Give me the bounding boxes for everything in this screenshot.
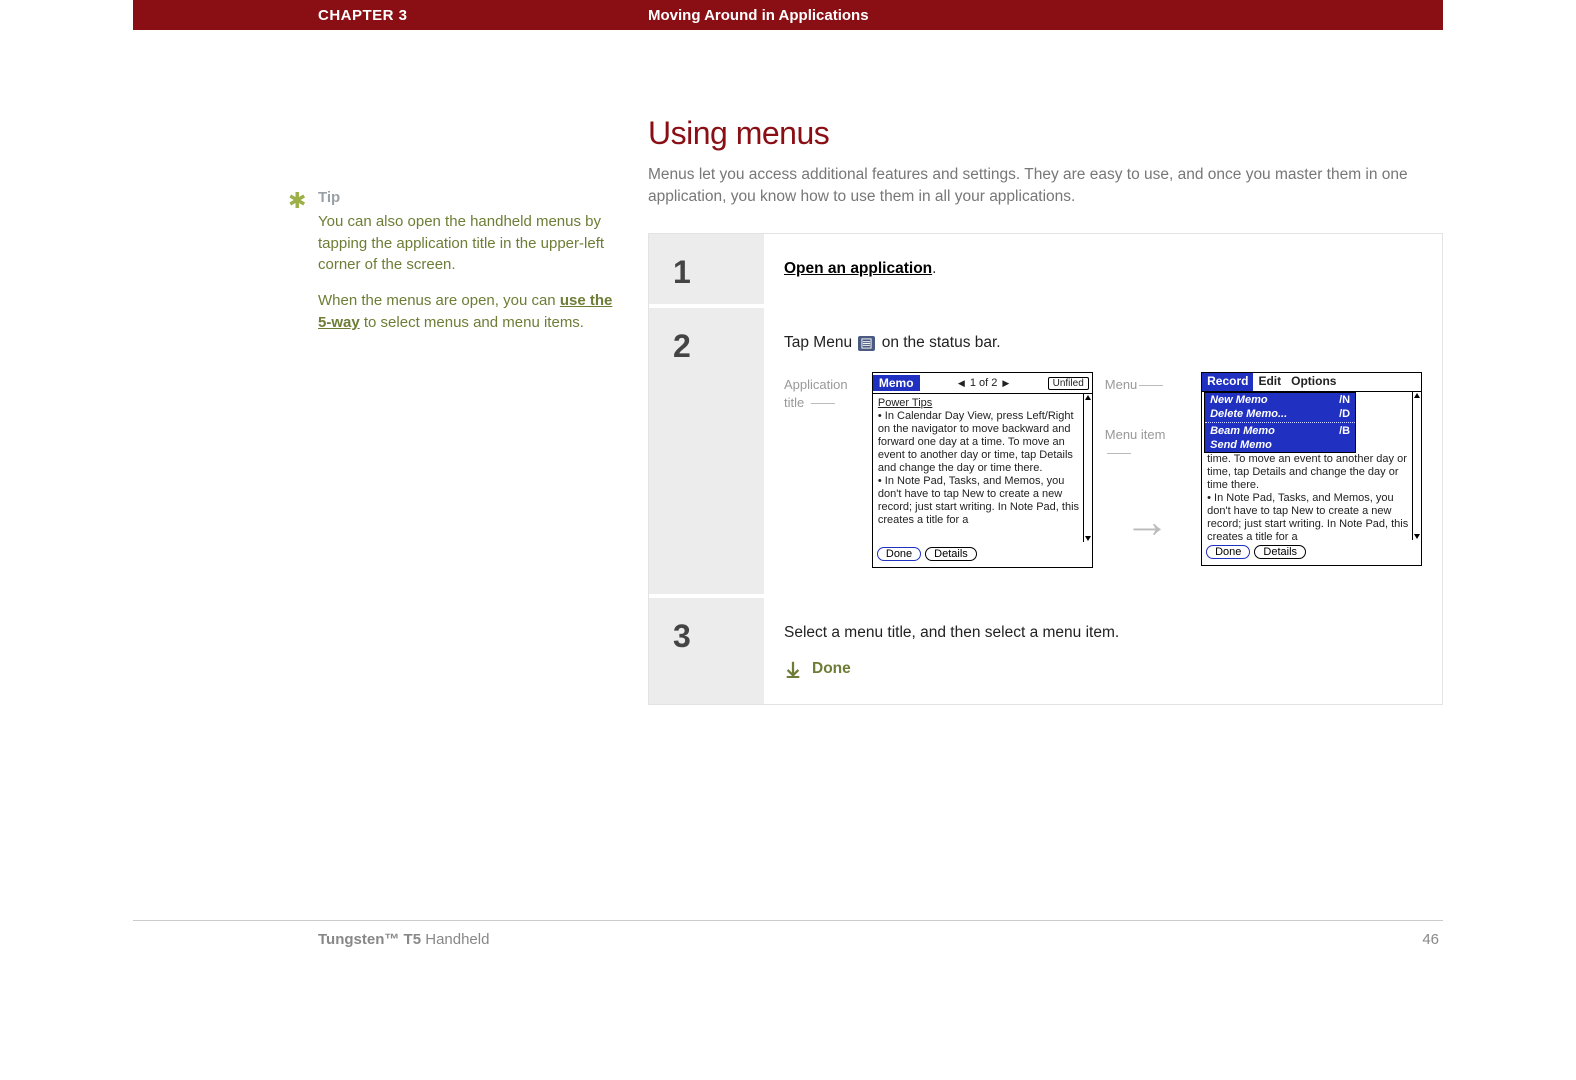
step-3: 3 Select a menu title, and then select a… — [649, 598, 1442, 704]
tip-block: ✱ Tip You can also open the handheld men… — [318, 187, 618, 334]
steps-container: 1 Open an application. 2 Tap Menu — [648, 233, 1443, 705]
tip-label: Tip — [318, 187, 618, 209]
step-2-instruction: Tap Menu on the status bar. — [784, 334, 1422, 352]
menu-record: Record — [1202, 373, 1253, 391]
open-application-link[interactable]: Open an application — [784, 260, 932, 277]
memo-app-title: Memo — [873, 375, 920, 391]
callout-menu-item: Menu item — [1105, 427, 1166, 442]
menu-options: Options — [1286, 373, 1341, 391]
step-2-figure: Application title Memo ◀ 1 of 2 ▶ Unfile… — [784, 372, 1422, 568]
memo-done-button: Done — [877, 547, 921, 561]
memo-pager: ◀ 1 of 2 ▶ — [920, 377, 1048, 389]
section-intro: Menus let you access additional features… — [648, 164, 1443, 207]
step-2: 2 Tap Menu on the status bar. — [649, 308, 1442, 598]
done-marker: Done — [784, 660, 1422, 678]
memo-details-button: Details — [1254, 545, 1306, 559]
step-1: 1 Open an application. — [649, 234, 1442, 308]
arrow-right-icon: → — [1124, 494, 1170, 548]
section-heading: Using menus — [648, 115, 1443, 152]
menu-bar: Record Edit Options — [1202, 373, 1421, 392]
tip-paragraph-1: You can also open the handheld menus by … — [318, 211, 618, 276]
step-3-instruction: Select a menu title, and then select a m… — [784, 624, 1422, 642]
page-number: 46 — [1422, 931, 1443, 948]
record-dropdown: New Memo/N Delete Memo.../D Beam Memo/B … — [1204, 392, 1356, 453]
tip-paragraph-2: When the menus are open, you can use the… — [318, 290, 618, 334]
memo-details-button: Details — [925, 547, 977, 561]
callout-application-title: Application title — [784, 377, 848, 410]
memo-body-text: • In Calendar Day View, press Left/Right… — [878, 410, 1079, 526]
step-number: 1 — [649, 234, 764, 304]
menu-edit: Edit — [1253, 373, 1286, 391]
memo-title: Power Tips — [878, 397, 932, 409]
menu-icon — [858, 336, 875, 351]
product-name: Tungsten™ T5 Handheld — [133, 931, 489, 948]
memo-category: Unfiled — [1048, 377, 1089, 390]
page-footer: Tungsten™ T5 Handheld 46 — [133, 920, 1443, 960]
memo-done-button: Done — [1206, 545, 1250, 559]
step-number: 2 — [649, 308, 764, 594]
callout-leader-line — [811, 403, 835, 404]
callout-menu: Menu — [1105, 377, 1138, 392]
chapter-header: CHAPTER 3 Moving Around in Applications — [133, 0, 1443, 30]
tip-star-icon: ✱ — [288, 185, 306, 217]
scrollbar — [1083, 394, 1092, 542]
memo-app-screenshot: Memo ◀ 1 of 2 ▶ Unfiled Power Tips • In … — [872, 372, 1093, 568]
chapter-title: Moving Around in Applications — [648, 7, 869, 24]
done-arrow-icon — [784, 660, 802, 678]
step-number: 3 — [649, 598, 764, 704]
memo-app-menu-screenshot: Record Edit Options New Memo/N Delete Me… — [1201, 372, 1422, 566]
scrollbar — [1412, 392, 1421, 540]
memo-body-text-2: time. To move an event to another day or… — [1207, 453, 1408, 540]
chapter-label: CHAPTER 3 — [133, 7, 648, 24]
